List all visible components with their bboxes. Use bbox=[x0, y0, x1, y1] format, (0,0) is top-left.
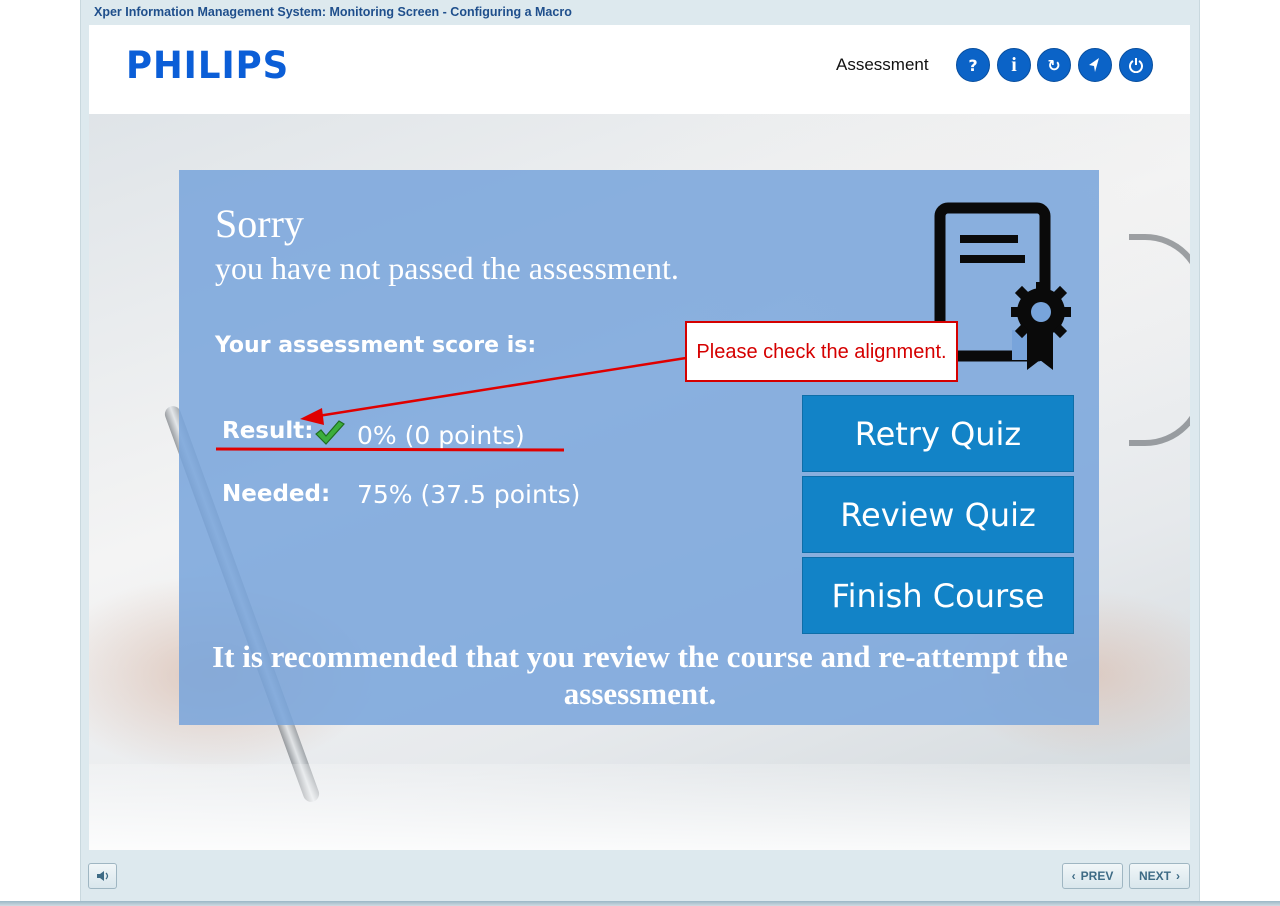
prev-label: PREV bbox=[1080, 869, 1114, 883]
next-button[interactable]: NEXT › bbox=[1129, 863, 1190, 889]
next-label: NEXT bbox=[1138, 869, 1171, 883]
speaker-icon bbox=[96, 871, 108, 881]
chevron-right-icon: › bbox=[1176, 869, 1180, 883]
annotation-underline bbox=[215, 447, 565, 452]
annotation-arrowhead bbox=[300, 408, 324, 425]
annotation-arrow-line bbox=[317, 356, 687, 418]
annotation-overlay bbox=[215, 356, 687, 452]
annotation-callout: Please check the alignment. bbox=[685, 321, 958, 382]
chevron-left-icon: ‹ bbox=[1071, 869, 1076, 883]
audio-toggle-button[interactable] bbox=[88, 863, 117, 889]
prev-button[interactable]: ‹ PREV bbox=[1062, 863, 1123, 889]
taskbar-edge bbox=[0, 901, 1280, 906]
